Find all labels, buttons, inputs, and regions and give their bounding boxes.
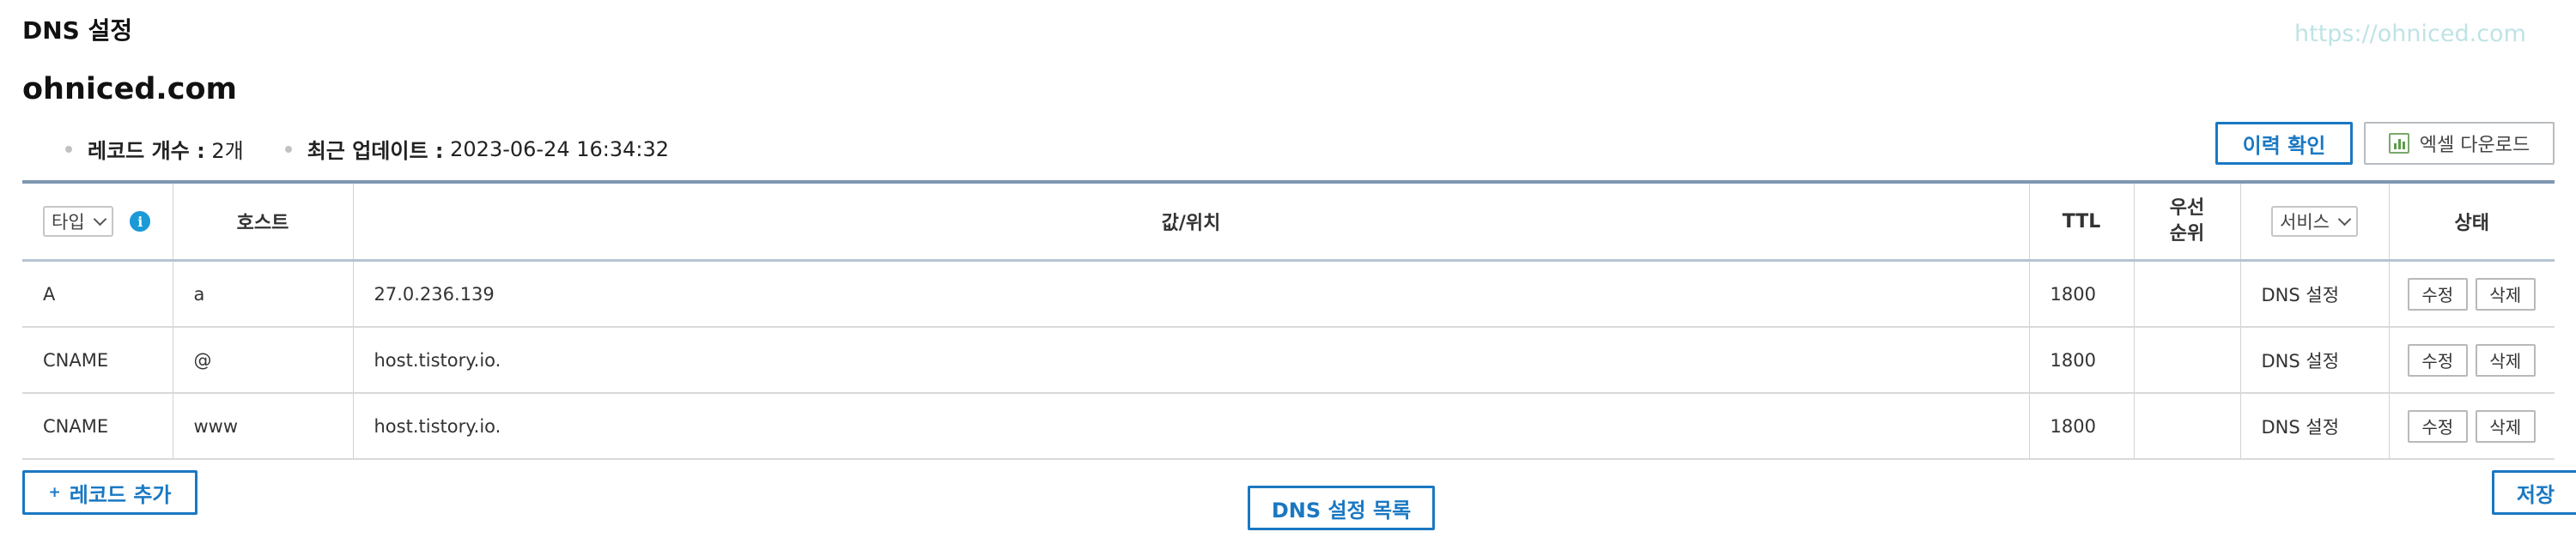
record-priority xyxy=(2133,327,2240,394)
delete-button[interactable]: 삭제 xyxy=(2475,343,2536,377)
record-value: host.tistory.io. xyxy=(352,393,2029,460)
record-actions: 수정 삭제 xyxy=(2388,260,2555,328)
add-record-label: 레코드 추가 xyxy=(69,482,172,507)
record-actions: 수정 삭제 xyxy=(2388,327,2555,394)
record-value: host.tistory.io. xyxy=(352,327,2029,394)
last-update-value: 2023-06-24 16:34:32 xyxy=(443,136,670,161)
table-row: A a 27.0.236.139 1800 DNS 설정 수정 삭제 xyxy=(22,260,2555,328)
record-priority xyxy=(2133,260,2240,328)
save-button[interactable]: 저장 xyxy=(2492,470,2576,515)
edit-button[interactable]: 수정 xyxy=(2407,277,2468,311)
record-service: DNS 설정 xyxy=(2239,393,2389,460)
ttl-column-header: TTL xyxy=(2028,182,2134,261)
type-filter-label: 타입 xyxy=(52,212,85,233)
record-count: 레코드 개수 : 2개 xyxy=(65,134,244,164)
type-column-header: 타입 i xyxy=(22,182,173,261)
record-ttl: 1800 xyxy=(2028,260,2134,328)
record-host: www xyxy=(172,393,353,460)
plus-icon: + xyxy=(48,484,61,501)
record-host: a xyxy=(172,260,353,328)
history-button[interactable]: 이력 확인 xyxy=(2215,122,2353,165)
status-column-header: 상태 xyxy=(2388,182,2555,261)
table-header-row: 타입 i 호스트 값/위치 TTL 우선 순위 서비스 상태 xyxy=(22,182,2555,261)
info-icon[interactable]: i xyxy=(130,211,151,232)
record-count-label: 레코드 개수 : xyxy=(88,139,205,163)
record-type: CNAME xyxy=(22,393,173,460)
table-row: CNAME @ host.tistory.io. 1800 DNS 설정 수정 삭… xyxy=(22,327,2555,394)
service-filter-label: 서비스 xyxy=(2280,212,2330,233)
chevron-down-icon xyxy=(2337,212,2352,226)
dns-record-table: 타입 i 호스트 값/위치 TTL 우선 순위 서비스 상태 A a 27.0.… xyxy=(22,180,2555,460)
record-value: 27.0.236.139 xyxy=(352,260,2029,328)
host-column-header: 호스트 xyxy=(172,182,353,261)
record-type: CNAME xyxy=(22,327,173,394)
record-count-value: 2개 xyxy=(204,139,244,163)
edit-button[interactable]: 수정 xyxy=(2407,343,2468,377)
delete-button[interactable]: 삭제 xyxy=(2475,409,2536,443)
page-title: DNS 설정 xyxy=(22,16,133,45)
record-type: A xyxy=(22,260,173,328)
watermark-url: https://ohniced.com xyxy=(2294,21,2526,47)
delete-button[interactable]: 삭제 xyxy=(2475,277,2536,311)
dns-list-button[interactable]: DNS 설정 목록 xyxy=(1248,486,1435,530)
bullet-icon xyxy=(284,145,292,153)
excel-chart-icon xyxy=(2388,133,2409,154)
excel-download-button[interactable]: 엑셀 다운로드 xyxy=(2364,122,2555,165)
record-ttl: 1800 xyxy=(2028,393,2134,460)
service-filter-select[interactable]: 서비스 xyxy=(2271,206,2358,237)
bullet-icon xyxy=(65,145,72,153)
add-record-button[interactable]: + 레코드 추가 xyxy=(22,470,197,515)
record-actions: 수정 삭제 xyxy=(2388,393,2555,460)
record-priority xyxy=(2133,393,2240,460)
chevron-down-icon xyxy=(93,212,106,226)
excel-download-label: 엑셀 다운로드 xyxy=(2419,135,2530,156)
edit-button[interactable]: 수정 xyxy=(2407,409,2468,443)
value-column-header: 값/위치 xyxy=(352,182,2029,261)
domain-name: ohniced.com xyxy=(22,72,237,106)
record-ttl: 1800 xyxy=(2028,327,2134,394)
table-row: CNAME www host.tistory.io. 1800 DNS 설정 수… xyxy=(22,393,2555,460)
last-update: 최근 업데이트 : 2023-06-24 16:34:32 xyxy=(284,134,670,164)
priority-column-header: 우선 순위 xyxy=(2133,182,2240,261)
service-column-header: 서비스 xyxy=(2239,182,2389,261)
record-host: @ xyxy=(172,327,353,394)
type-filter-select[interactable]: 타입 xyxy=(43,206,113,237)
record-meta: 레코드 개수 : 2개 최근 업데이트 : 2023-06-24 16:34:3… xyxy=(65,134,669,164)
last-update-label: 최근 업데이트 : xyxy=(307,139,444,163)
record-service: DNS 설정 xyxy=(2239,260,2389,328)
record-service: DNS 설정 xyxy=(2239,327,2389,394)
